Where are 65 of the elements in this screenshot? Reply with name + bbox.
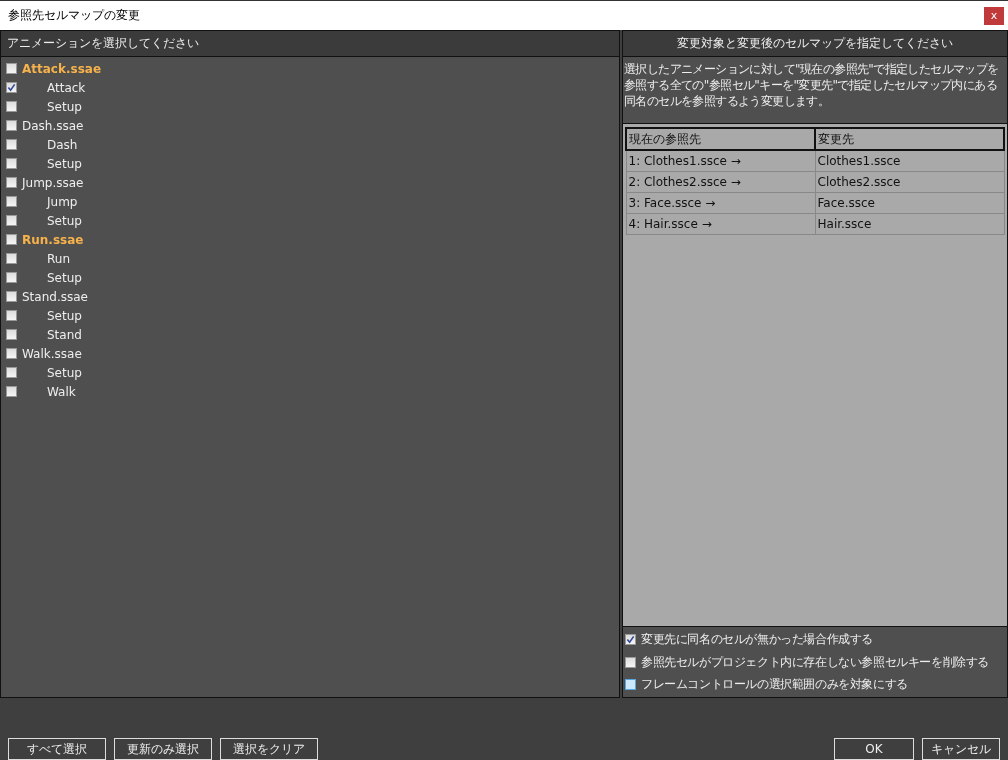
column-header: 現在の参照先 (626, 128, 815, 150)
checkbox[interactable] (6, 101, 17, 112)
animation-name[interactable]: Setup (47, 99, 82, 114)
checkbox[interactable] (6, 215, 17, 226)
animation-name[interactable]: Setup (47, 213, 82, 228)
table-cell[interactable]: Hair.ssce (815, 213, 1004, 235)
window-title: 参照先セルマップの変更 (8, 7, 140, 24)
animation-name[interactable]: Dash (47, 137, 78, 152)
animation-name[interactable]: Run (47, 251, 70, 266)
dialog-button[interactable]: OK (834, 738, 914, 760)
animation-name[interactable]: Jump (47, 194, 78, 209)
animation-name[interactable]: Stand (47, 327, 82, 342)
table-cell[interactable]: 1: Clothes1.ssce → (626, 150, 815, 172)
checkbox[interactable] (6, 139, 17, 150)
table-cell[interactable]: Clothes2.ssce (815, 171, 1004, 193)
action-button[interactable]: すべて選択 (8, 738, 106, 760)
checkbox[interactable] (6, 367, 17, 378)
checkbox-label[interactable]: 変更先に同名のセルが無かった場合作成する (641, 631, 873, 648)
file-name[interactable]: Walk.ssae (22, 346, 82, 361)
checkbox[interactable] (6, 234, 17, 245)
checkbox[interactable] (6, 291, 17, 302)
file-name[interactable]: Jump.ssae (22, 175, 84, 190)
checkbox[interactable] (6, 329, 17, 340)
file-name[interactable]: Dash.ssae (22, 118, 84, 133)
checkbox[interactable] (6, 348, 17, 359)
dialog-button[interactable]: キャンセル (922, 738, 1000, 760)
file-name[interactable]: Run.ssae (22, 232, 84, 247)
checkbox[interactable] (625, 634, 636, 645)
checkbox[interactable] (625, 656, 636, 668)
table-cell[interactable]: 2: Clothes2.ssce → (626, 171, 815, 193)
checkbox[interactable] (6, 272, 17, 283)
close-button[interactable]: x (984, 6, 1004, 25)
table-cell[interactable]: Face.ssce (815, 192, 1004, 214)
animation-name[interactable]: Setup (47, 308, 82, 323)
column-header: 変更先 (815, 128, 1004, 150)
description-text: 選択したアニメーションに対して"現在の参照先"で指定したセルマップを 参照する全ての"参照セル"キーを"変更先"で指定したセルマップ内にある 同名のセルを参照するよう変更します。 (623, 61, 1000, 110)
checkbox-label[interactable]: フレームコントロールの選択範囲のみを対象にする (641, 676, 908, 693)
action-button[interactable]: 選択をクリア (220, 738, 318, 760)
checkbox[interactable] (625, 679, 636, 690)
checkbox[interactable] (6, 196, 17, 207)
file-name[interactable]: Stand.ssae (22, 289, 88, 304)
animation-name[interactable]: Setup (47, 365, 82, 380)
table-cell[interactable]: Clothes1.ssce (815, 150, 1004, 172)
checkbox[interactable] (6, 177, 17, 188)
animation-name[interactable]: Setup (47, 270, 82, 285)
check-icon (7, 83, 16, 92)
checkbox[interactable] (6, 82, 17, 93)
animation-name[interactable]: Walk (47, 384, 76, 399)
checkbox[interactable] (6, 120, 17, 131)
option-row[interactable]: 変更先に同名のセルが無かった場合作成する (625, 631, 1005, 648)
animation-name[interactable]: Setup (47, 156, 82, 171)
checkbox[interactable] (6, 63, 17, 74)
check-icon (626, 635, 635, 644)
panel-header: アニメーションを選択してください (1, 31, 619, 57)
file-name[interactable]: Attack.ssae (22, 61, 102, 76)
checkbox[interactable] (6, 253, 17, 264)
checkbox[interactable] (6, 158, 17, 169)
panel-header: 変更対象と変更後のセルマップを指定してください (623, 31, 1007, 57)
table-cell[interactable]: 3: Face.ssce → (626, 192, 815, 214)
checkbox[interactable] (6, 310, 17, 321)
action-button[interactable]: 更新のみ選択 (114, 738, 212, 760)
table-cell[interactable]: 4: Hair.ssce → (626, 213, 815, 235)
animation-name[interactable]: Attack (47, 80, 86, 95)
checkbox[interactable] (6, 386, 17, 397)
option-row[interactable]: フレームコントロールの選択範囲のみを対象にする (625, 676, 1005, 693)
